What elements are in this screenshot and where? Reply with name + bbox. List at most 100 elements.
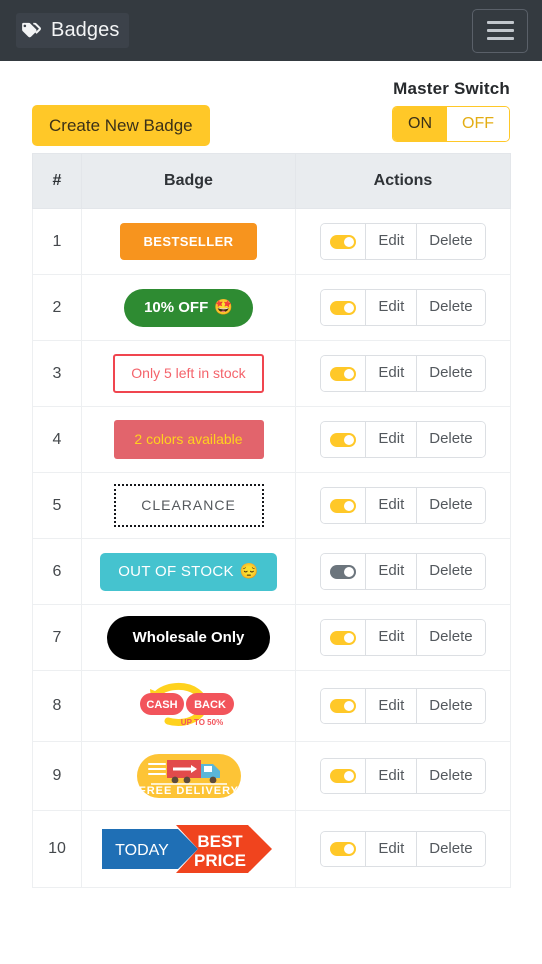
edit-button[interactable]: Edit <box>366 290 418 325</box>
badge-emoji: 😔 <box>239 563 259 580</box>
master-switch-label: Master Switch <box>393 79 510 98</box>
badge-chip-label: Wholesale Only <box>132 628 245 646</box>
row-enable-toggle[interactable] <box>321 688 367 724</box>
toggle-switch-on <box>330 769 357 783</box>
row-enable-toggle[interactable] <box>321 620 367 655</box>
column-header-number: # <box>32 153 82 209</box>
toggle-switch-on <box>330 630 357 645</box>
action-button-group: Edit Delete <box>320 289 486 326</box>
edit-button[interactable]: Edit <box>366 224 418 259</box>
delete-button[interactable]: Delete <box>417 224 485 259</box>
delete-button[interactable]: Delete <box>417 422 485 457</box>
top-navbar: Badges <box>0 0 542 61</box>
badge-chip-discount: 10% OFF 🤩 <box>124 288 253 327</box>
row-actions-cell: Edit Delete <box>295 274 511 341</box>
edit-button[interactable]: Edit <box>366 688 418 724</box>
badge-chip-colors: 2 colors available <box>113 420 264 459</box>
badge-preview-cell: TODAY BEST PRICE <box>81 810 296 888</box>
badge-chip-oos: OUT OF STOCK 😔 <box>100 552 277 591</box>
table-row: 4 2 colors available Edit Delete <box>32 406 511 473</box>
delete-button[interactable]: Delete <box>417 831 485 867</box>
column-header-badge: Badge <box>81 153 296 209</box>
toggle-switch-on <box>330 498 357 513</box>
today-best-price-badge-image: TODAY BESTPRICE <box>101 825 272 873</box>
brand-link[interactable]: Badges <box>16 13 130 48</box>
delete-button[interactable]: Delete <box>417 688 485 724</box>
delete-button[interactable]: Delete <box>417 554 485 589</box>
table-row: 8 CASH BACK UP TO 50% Edit Delete <box>32 670 511 742</box>
table-head: # Badge Actions <box>32 153 511 209</box>
action-button-group: Edit Delete <box>320 553 486 590</box>
toolbar: Create New Badge Master Switch ON OFF <box>32 61 510 153</box>
badge-chip-label: BESTSELLER <box>143 233 234 249</box>
master-switch-on-option[interactable]: ON <box>393 107 447 141</box>
row-enable-toggle[interactable] <box>321 488 367 523</box>
badge-chip-wholesale: Wholesale Only <box>106 615 271 660</box>
delete-button[interactable]: Delete <box>417 620 485 655</box>
svg-text:PRICE: PRICE <box>194 851 246 870</box>
row-enable-toggle[interactable] <box>321 356 367 391</box>
row-index: 2 <box>32 274 82 341</box>
hamburger-bar <box>486 29 514 32</box>
action-button-group: Edit Delete <box>320 830 486 868</box>
delete-button[interactable]: Delete <box>417 488 485 523</box>
row-index: 9 <box>32 741 82 811</box>
svg-text:FREE DELIVERY: FREE DELIVERY <box>139 785 239 797</box>
action-button-group: Edit Delete <box>320 355 486 392</box>
edit-button[interactable]: Edit <box>366 356 418 391</box>
table-row: 10 TODAY BEST PRICE Edit Delete <box>32 810 511 888</box>
row-index: 3 <box>32 340 82 407</box>
delete-button[interactable]: Delete <box>417 758 485 794</box>
row-actions-cell: Edit Delete <box>295 538 511 605</box>
svg-text:BEST: BEST <box>197 832 243 851</box>
edit-button[interactable]: Edit <box>366 554 418 589</box>
hamburger-icon[interactable] <box>472 8 528 53</box>
row-enable-toggle[interactable] <box>321 758 367 794</box>
row-enable-toggle[interactable] <box>321 422 367 457</box>
badge-preview-cell: 10% OFF 🤩 <box>81 274 296 341</box>
badge-preview-cell: CLEARANCE <box>81 472 296 539</box>
action-button-group: Edit Delete <box>320 757 486 795</box>
edit-button[interactable]: Edit <box>366 488 418 523</box>
toggle-switch-on <box>330 699 357 713</box>
svg-text:UP TO 50%: UP TO 50% <box>180 718 222 727</box>
edit-button[interactable]: Edit <box>366 758 418 794</box>
master-switch-group: Master Switch ON OFF <box>392 79 510 142</box>
cashback-badge-image: CASH BACK UP TO 50% <box>139 682 234 727</box>
badges-table: # Badge Actions 1 BESTSELLER Edit Delete 2 10… <box>32 153 511 888</box>
hamburger-bar <box>486 37 514 40</box>
row-index: 8 <box>32 670 82 742</box>
action-button-group: Edit Delete <box>320 619 486 656</box>
master-switch-toggle[interactable]: ON OFF <box>392 106 510 142</box>
row-index: 1 <box>32 208 82 275</box>
table-header-row: # Badge Actions <box>32 153 511 209</box>
badge-chip-label: OUT OF STOCK <box>118 562 234 580</box>
master-switch-off-option[interactable]: OFF <box>447 107 509 141</box>
edit-button[interactable]: Edit <box>366 422 418 457</box>
badge-chip-label: CLEARANCE <box>141 497 236 514</box>
row-index: 5 <box>32 472 82 539</box>
table-row: 9 FREE DELIVERY Edit Delete <box>32 741 511 811</box>
badge-chip-bestseller: BESTSELLER <box>119 222 258 261</box>
badge-preview-cell: CASH BACK UP TO 50% <box>81 670 296 742</box>
badge-emoji: 🤩 <box>214 299 233 316</box>
row-enable-toggle[interactable] <box>321 554 367 589</box>
row-actions-cell: Edit Delete <box>295 472 511 539</box>
row-enable-toggle[interactable] <box>321 831 367 867</box>
delete-button[interactable]: Delete <box>417 290 485 325</box>
row-actions-cell: Edit Delete <box>295 406 511 473</box>
toggle-switch-on <box>330 234 357 249</box>
badge-chip-stock: Only 5 left in stock <box>113 354 264 393</box>
edit-button[interactable]: Edit <box>366 831 418 867</box>
row-enable-toggle[interactable] <box>321 290 367 325</box>
edit-button[interactable]: Edit <box>366 620 418 655</box>
row-actions-cell: Edit Delete <box>295 208 511 275</box>
toggle-switch-off <box>330 564 357 579</box>
toggle-switch-on <box>330 842 357 856</box>
badge-preview-cell: 2 colors available <box>81 406 296 473</box>
delete-button[interactable]: Delete <box>417 356 485 391</box>
badge-preview-cell: BESTSELLER <box>81 208 296 275</box>
create-new-badge-button[interactable]: Create New Badge <box>32 105 210 147</box>
action-button-group: Edit Delete <box>320 687 486 725</box>
row-enable-toggle[interactable] <box>321 224 367 259</box>
